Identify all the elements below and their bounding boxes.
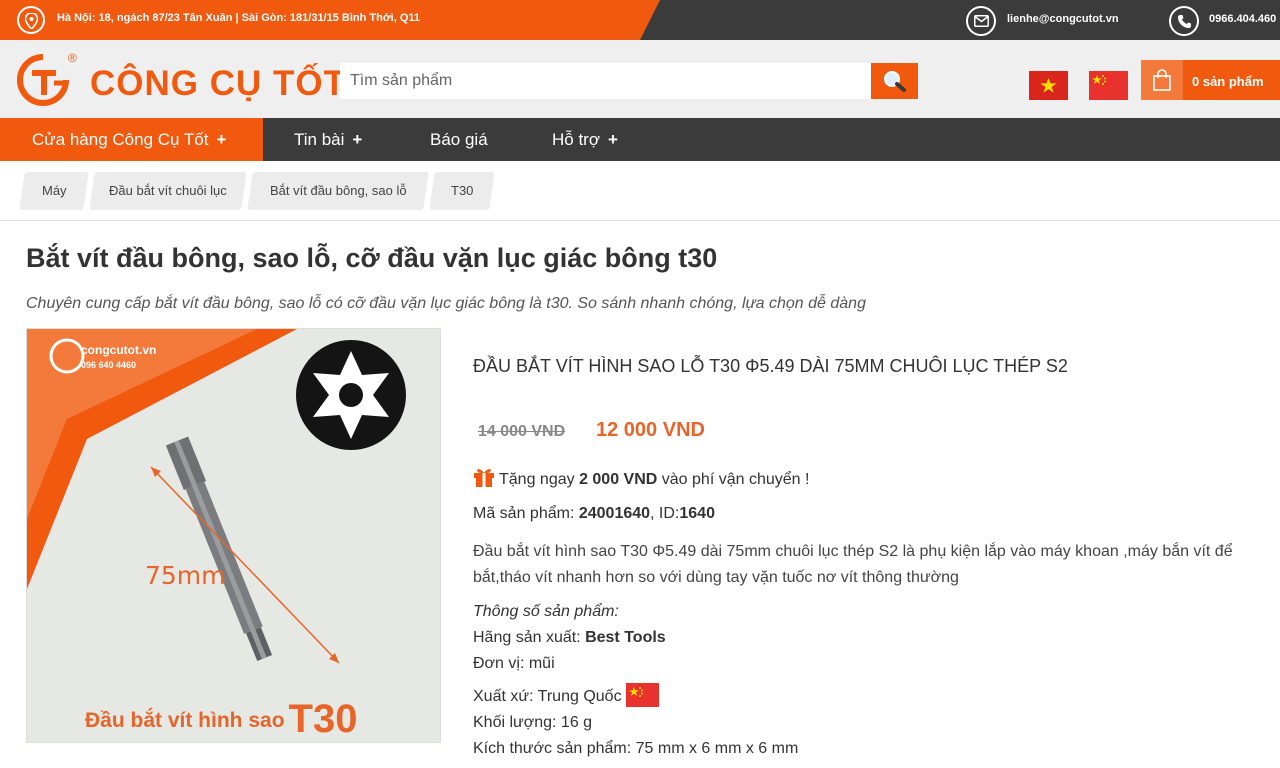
specs-title: Thông số sản phẩm:	[473, 603, 619, 620]
spec-value: Trung Quốc	[537, 688, 622, 705]
nav-item-label: Tin bài	[294, 130, 345, 149]
spec-origin: Xuất xứ: Trung Quốc	[473, 683, 659, 707]
gift-amount: 2 000 VND	[579, 471, 658, 488]
product-description: Đầu bắt vít hình sao T30 Φ5.49 dài 75mm …	[473, 543, 1233, 586]
breadcrumb-label: T30	[450, 183, 474, 198]
image-watermark-phone: 096 640 4460	[81, 360, 137, 370]
location-icon	[17, 6, 45, 34]
spec-label: Đơn vị:	[473, 655, 525, 672]
spec-weight: Khối lượng: 16 g	[473, 714, 592, 732]
spec-label: Hãng sản xuất:	[473, 629, 581, 646]
product-sku-line: Mã sản phẩm: 24001640, ID:1640	[473, 505, 715, 523]
spec-value: Best Tools	[585, 629, 666, 646]
main-nav: Cửa hàng Công Cụ Tốt + Tin bài + Báo giá H…	[0, 118, 1280, 161]
cart-count-label: 0 sản phẩm	[1192, 74, 1264, 89]
nav-item-label: Báo giá	[430, 130, 488, 149]
breadcrumb-label: Bắt vít đầu bông, sao lỗ	[269, 183, 407, 198]
email-icon[interactable]	[966, 6, 996, 36]
store-address: Hà Nội: 18, ngách 87/23 Tân Xuân | Sài G…	[57, 12, 421, 24]
site-header: ® CÔNG CỤ TỐT 0 sản phẩm	[0, 40, 1280, 118]
top-bar: Hà Nội: 18, ngách 87/23 Tân Xuân | Sài G…	[0, 0, 1280, 40]
vietnamese-flag-icon[interactable]	[1029, 71, 1068, 100]
spec-value: mũi	[528, 655, 555, 672]
nav-item-store[interactable]: Cửa hàng Công Cụ Tốt +	[0, 118, 263, 161]
old-price: 14 000 VND	[478, 423, 566, 440]
product-name: ĐẦU BẮT VÍT HÌNH SAO LỖ T30 Φ5.49 DÀI 75…	[473, 356, 1068, 376]
search-input[interactable]	[340, 63, 871, 99]
email-link[interactable]: lienhe@congcutot.vn	[1007, 13, 1119, 25]
sku-value: 24001640	[578, 505, 651, 522]
spec-unit: Đơn vị: mũi	[473, 655, 555, 673]
nav-item-articles[interactable]: Tin bài +	[294, 118, 362, 161]
spec-maker: Hãng sản xuất: Best Tools	[473, 629, 666, 647]
breadcrumb-item[interactable]: Bắt vít đầu bông, sao lỗ	[247, 172, 429, 210]
expand-plus-icon: +	[608, 130, 618, 149]
spec-label: Khối lượng:	[473, 714, 557, 731]
breadcrumb-item[interactable]: Máy	[19, 172, 89, 210]
search-button[interactable]	[871, 63, 918, 99]
chinese-flag-icon[interactable]	[1089, 71, 1128, 100]
logo-text[interactable]: CÔNG CỤ TỐT	[90, 64, 346, 104]
image-caption-size: T30	[288, 697, 358, 741]
image-dimension-label: 75mm	[145, 561, 226, 590]
gift-suffix: vào phí vận chuyển !	[661, 471, 810, 488]
search-icon	[884, 71, 906, 92]
cart-button[interactable]: 0 sản phẩm	[1141, 60, 1280, 100]
logo-registered-mark: ®	[68, 51, 77, 65]
gift-prefix: Tặng ngay	[499, 471, 575, 488]
spec-value: 16 g	[560, 714, 593, 731]
breadcrumb-item[interactable]: T30	[429, 172, 495, 210]
image-caption: Đầu bắt vít hình sao T30	[85, 697, 357, 742]
phone-icon[interactable]	[1169, 6, 1199, 36]
nav-item-support[interactable]: Hỗ trợ +	[552, 118, 618, 161]
nav-item-quote[interactable]: Báo giá	[430, 118, 488, 161]
page-title: Bắt vít đầu bông, sao lỗ, cỡ đầu vặn lục…	[26, 243, 718, 273]
spec-label: Xuất xứ:	[473, 688, 534, 705]
shopping-bag-icon	[1141, 60, 1183, 100]
breadcrumb: Máy Đầu bắt vít chuôi lục Bắt vít đầu bô…	[0, 161, 1280, 221]
expand-plus-icon: +	[352, 130, 363, 149]
id-label: , ID:	[650, 505, 680, 522]
logo-icon[interactable]	[16, 53, 70, 107]
nav-item-label: Cửa hàng Công Cụ Tốt	[32, 130, 209, 149]
nav-item-label: Hỗ trợ	[552, 130, 600, 149]
spec-size: Kích thước sản phẩm: 75 mm x 6 mm x 6 mm	[473, 740, 798, 758]
breadcrumb-label: Máy	[41, 183, 67, 198]
spec-label: Kích thước sản phẩm:	[473, 740, 632, 757]
image-caption-text: Đầu bắt vít hình sao	[85, 709, 285, 732]
gift-icon	[474, 469, 494, 487]
product-image[interactable]: congcutot.vn 096 640 4460 75mm Đầu bắt v…	[26, 328, 441, 743]
china-flag-icon	[625, 683, 659, 707]
sale-price: 12 000 VND	[596, 419, 705, 441]
phone-link[interactable]: 0966.404.460	[1209, 13, 1276, 25]
sku-label: Mã sản phẩm:	[473, 505, 575, 522]
image-watermark-brand: congcutot.vn	[81, 343, 157, 357]
breadcrumb-item[interactable]: Đầu bắt vít chuôi lục	[89, 172, 247, 210]
id-value: 1640	[679, 505, 715, 522]
shipping-gift-note: Tặng ngay 2 000 VND vào phí vận chuyển !	[473, 467, 809, 489]
expand-plus-icon: +	[216, 130, 227, 149]
spec-value: 75 mm x 6 mm x 6 mm	[635, 740, 799, 757]
product-photo-graphic	[27, 329, 406, 664]
breadcrumb-label: Đầu bắt vít chuôi lục	[109, 183, 227, 198]
page-subtitle: Chuyên cung cấp bắt vít đầu bông, sao lỗ…	[26, 295, 866, 312]
